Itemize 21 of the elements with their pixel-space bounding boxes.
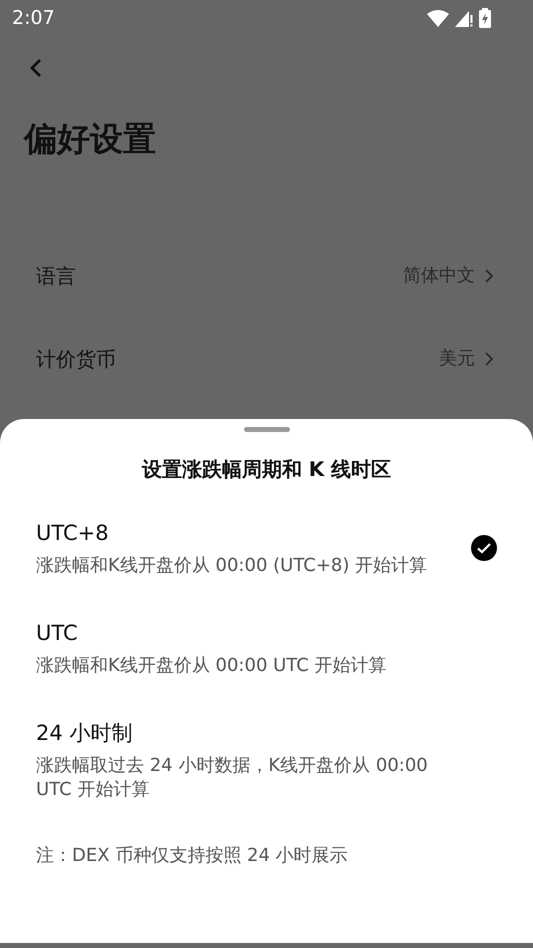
battery-icon [479, 8, 491, 28]
setting-value: 简体中文 [403, 264, 475, 288]
sheet-title: 设置涨跌幅周期和 K 线时区 [142, 456, 392, 483]
page-title: 偏好设置 [24, 118, 156, 160]
wifi-icon [427, 9, 449, 27]
setting-label: 计价货币 [36, 346, 116, 372]
option-title: 24 小时制 [36, 720, 132, 747]
status-time: 2:07 [12, 6, 55, 31]
option-description: 涨跌幅和K线开盘价从 00:00 (UTC+8) 开始计算 [36, 554, 428, 578]
drag-handle[interactable] [244, 427, 290, 432]
option-title: UTC [36, 620, 78, 647]
option-description: 涨跌幅取过去 24 小时数据，K线开盘价从 00:00 UTC 开始计算 [36, 754, 429, 802]
signal-icon [455, 9, 473, 27]
back-icon[interactable] [29, 57, 43, 79]
option-title: UTC+8 [36, 520, 109, 547]
note-text: 注：DEX 币种仅支持按照 24 小时展示 [36, 844, 348, 868]
setting-label: 语言 [36, 262, 76, 290]
setting-value: 美元 [439, 347, 475, 371]
option-description: 涨跌幅和K线开盘价从 00:00 UTC 开始计算 [36, 654, 388, 678]
chevron-right-icon [485, 268, 493, 282]
chevron-right-icon [485, 352, 493, 366]
